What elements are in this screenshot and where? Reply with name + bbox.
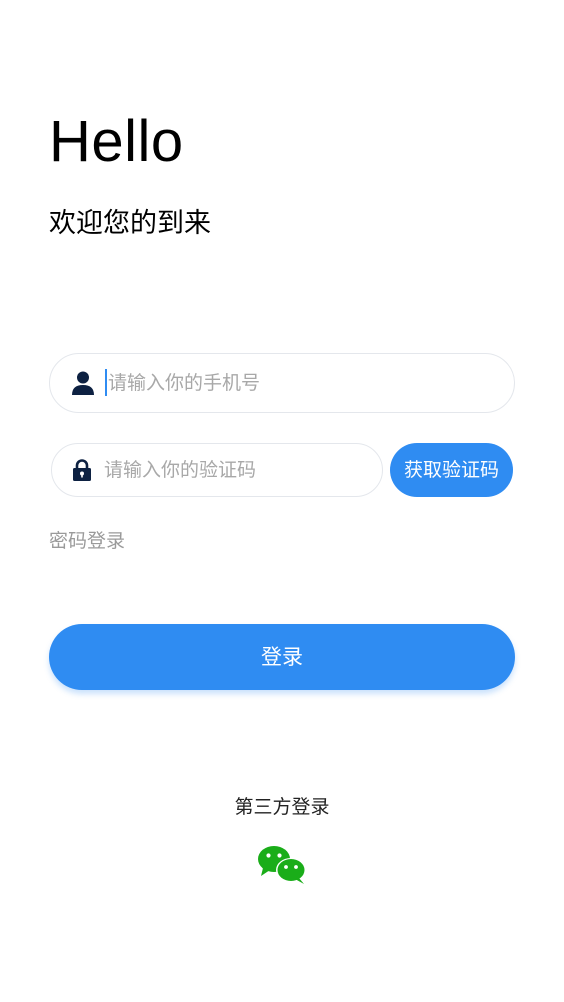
third-party-login-label: 第三方登录 [234, 796, 330, 818]
user-icon [72, 371, 94, 395]
password-login-link[interactable]: 密码登录 [49, 527, 125, 555]
wechat-icon[interactable] [257, 845, 307, 885]
lock-icon [73, 459, 91, 481]
phone-field[interactable] [49, 353, 515, 413]
get-code-button[interactable]: 获取验证码 [390, 443, 513, 497]
verification-code-field[interactable] [51, 443, 383, 497]
page-title: Hello [49, 109, 184, 174]
text-cursor [105, 369, 107, 396]
page-subtitle: 欢迎您的到来 [49, 208, 211, 239]
phone-input[interactable] [108, 354, 488, 412]
login-button[interactable]: 登录 [49, 624, 515, 690]
verification-code-input[interactable] [104, 444, 374, 496]
